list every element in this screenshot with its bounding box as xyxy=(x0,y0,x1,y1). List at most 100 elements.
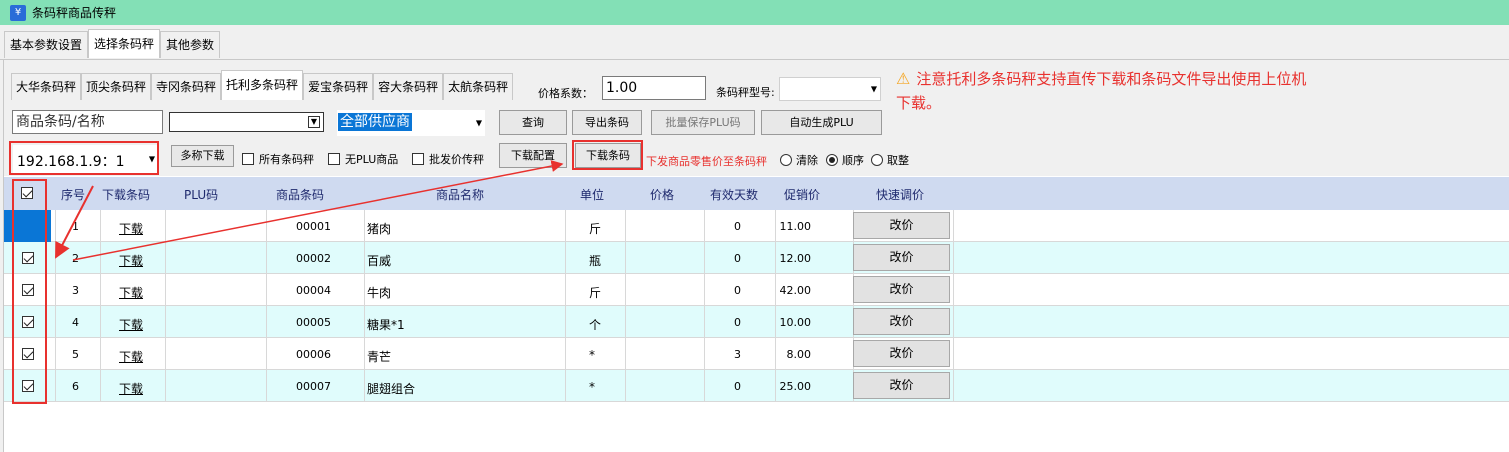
cell-barcode: 00005 xyxy=(296,316,331,329)
tab-taihang[interactable]: 太航条码秤 xyxy=(443,73,514,100)
checkbox-label: 所有条码秤 xyxy=(259,153,314,166)
cell-unit: 瓶 xyxy=(589,254,602,268)
tab-dahua[interactable]: 大华条码秤 xyxy=(11,73,82,100)
all-barcode-scales-checkbox[interactable]: 所有条码秤 xyxy=(242,151,314,167)
header-price: 价格 xyxy=(650,188,675,202)
column-divider xyxy=(565,210,566,242)
cell-unit: * xyxy=(589,380,595,394)
checkbox-box xyxy=(328,153,340,165)
change-price-button[interactable]: 改价 xyxy=(853,212,950,239)
top-tab-strip: 基本参数设置 选择条码秤 其他参数 xyxy=(4,29,221,59)
multi-scale-download-button[interactable]: 多称下载 xyxy=(171,145,234,167)
column-divider xyxy=(953,338,954,370)
cell-days: 0 xyxy=(734,220,741,233)
supplier-select[interactable]: 全部供应商 ▼ xyxy=(337,110,485,136)
tab-rongda[interactable]: 容大条码秤 xyxy=(373,73,444,100)
column-divider xyxy=(704,370,705,402)
download-link[interactable]: 下载 xyxy=(119,380,143,397)
scale-model-select[interactable]: ▼ xyxy=(779,77,881,101)
change-price-button[interactable]: 改价 xyxy=(853,244,950,271)
cell-days: 0 xyxy=(734,252,741,265)
table-row[interactable]: 6 下载 00007 腿翅组合 * 25.00 0 改价 xyxy=(4,370,1509,402)
download-config-button[interactable]: 下载配置 xyxy=(499,143,567,168)
header-unit: 单位 xyxy=(580,188,605,202)
change-price-button[interactable]: 改价 xyxy=(853,372,950,399)
checkbox-label: 批发价传秤 xyxy=(429,153,484,166)
tab-aibao[interactable]: 爱宝条码秤 xyxy=(303,73,374,100)
batch-save-plu-button[interactable]: 批量保存PLU码 xyxy=(651,110,755,135)
column-divider xyxy=(625,274,626,306)
auto-generate-plu-button[interactable]: 自动生成PLU xyxy=(761,110,882,135)
radio-label: 清除 xyxy=(796,154,818,167)
cell-unit: 斤 xyxy=(589,222,602,236)
price-coef-input[interactable]: 1.00 xyxy=(602,76,706,100)
tab-other-params[interactable]: 其他参数 xyxy=(160,31,221,58)
download-link[interactable]: 下载 xyxy=(119,220,143,237)
tab-toledo[interactable]: 托利多条码秤 xyxy=(221,70,304,100)
column-divider xyxy=(953,370,954,402)
column-divider xyxy=(100,370,101,402)
no-plu-checkbox[interactable]: 无PLU商品 xyxy=(328,151,398,167)
checkbox-column-highlight-box xyxy=(12,179,47,404)
tab-dingjian[interactable]: 顶尖条码秤 xyxy=(81,73,152,100)
cell-name: 猪肉 xyxy=(367,222,392,236)
download-link[interactable]: 下载 xyxy=(119,348,143,365)
change-price-button[interactable]: 改价 xyxy=(853,340,950,367)
column-divider xyxy=(55,306,56,338)
column-divider xyxy=(100,242,101,274)
column-divider xyxy=(100,274,101,306)
tab-basic-settings[interactable]: 基本参数设置 xyxy=(4,31,89,58)
download-link[interactable]: 下载 xyxy=(119,316,143,333)
cell-barcode: 00002 xyxy=(296,252,331,265)
category-select[interactable]: ▼ xyxy=(169,112,324,132)
cell-no: 2 xyxy=(72,252,79,265)
radio-round[interactable]: 取整 xyxy=(871,152,909,168)
column-divider xyxy=(100,338,101,370)
column-divider xyxy=(55,210,56,242)
table-row[interactable]: 1 下载 00001 猪肉 斤 11.00 0 改价 xyxy=(4,210,1509,242)
column-divider xyxy=(775,306,776,338)
column-divider xyxy=(704,210,705,242)
column-divider xyxy=(55,274,56,306)
cell-price: 10.00 xyxy=(779,316,812,329)
cell-unit: * xyxy=(589,348,595,362)
table-row[interactable]: 4 下载 00005 糖果*1 个 10.00 0 改价 xyxy=(4,306,1509,338)
column-divider xyxy=(100,210,101,242)
radio-order[interactable]: 顺序 xyxy=(826,152,864,168)
tab-select-scale[interactable]: 选择条码秤 xyxy=(88,29,161,58)
radio-circle xyxy=(826,154,838,166)
cell-name: 腿翅组合 xyxy=(367,382,416,396)
column-divider xyxy=(565,338,566,370)
download-barcode-highlight-box xyxy=(572,140,643,170)
change-price-button[interactable]: 改价 xyxy=(853,308,950,335)
export-barcode-button[interactable]: 导出条码 xyxy=(572,110,642,135)
column-divider xyxy=(55,242,56,274)
table-row[interactable]: 3 下载 00004 牛肉 斤 42.00 0 改价 xyxy=(4,274,1509,306)
wholesale-price-checkbox[interactable]: 批发价传秤 xyxy=(412,151,484,167)
radio-clear[interactable]: 清除 xyxy=(780,152,818,168)
cell-name: 糖果*1 xyxy=(367,318,405,332)
table-row[interactable]: 5 下载 00006 青芒 * 8.00 3 改价 xyxy=(4,338,1509,370)
tab-teraoka[interactable]: 寺冈条码秤 xyxy=(151,73,222,100)
search-input[interactable]: 商品条码/名称 xyxy=(12,110,163,134)
cell-unit: 个 xyxy=(589,318,602,332)
column-divider xyxy=(100,306,101,338)
price-coef-label: 价格系数： xyxy=(538,87,593,100)
cell-days: 0 xyxy=(734,316,741,329)
grid-header: 序号 下载条码 PLU码 商品条码 商品名称 单位 价格 有效天数 促销价 快速… xyxy=(4,177,1509,210)
column-divider xyxy=(165,370,166,402)
column-divider xyxy=(704,274,705,306)
change-price-button[interactable]: 改价 xyxy=(853,276,950,303)
cell-days: 0 xyxy=(734,284,741,297)
header-valid-days: 有效天数 xyxy=(710,188,759,202)
column-divider xyxy=(364,210,365,242)
table-row[interactable]: 2 下载 00002 百威 瓶 12.00 0 改价 xyxy=(4,242,1509,274)
cell-name: 百威 xyxy=(367,254,392,268)
column-divider xyxy=(565,370,566,402)
download-link[interactable]: 下载 xyxy=(119,284,143,301)
download-link[interactable]: 下载 xyxy=(119,252,143,269)
column-divider xyxy=(953,210,954,242)
checkbox-box xyxy=(412,153,424,165)
query-button[interactable]: 查询 xyxy=(499,110,567,135)
cell-days: 0 xyxy=(734,380,741,393)
